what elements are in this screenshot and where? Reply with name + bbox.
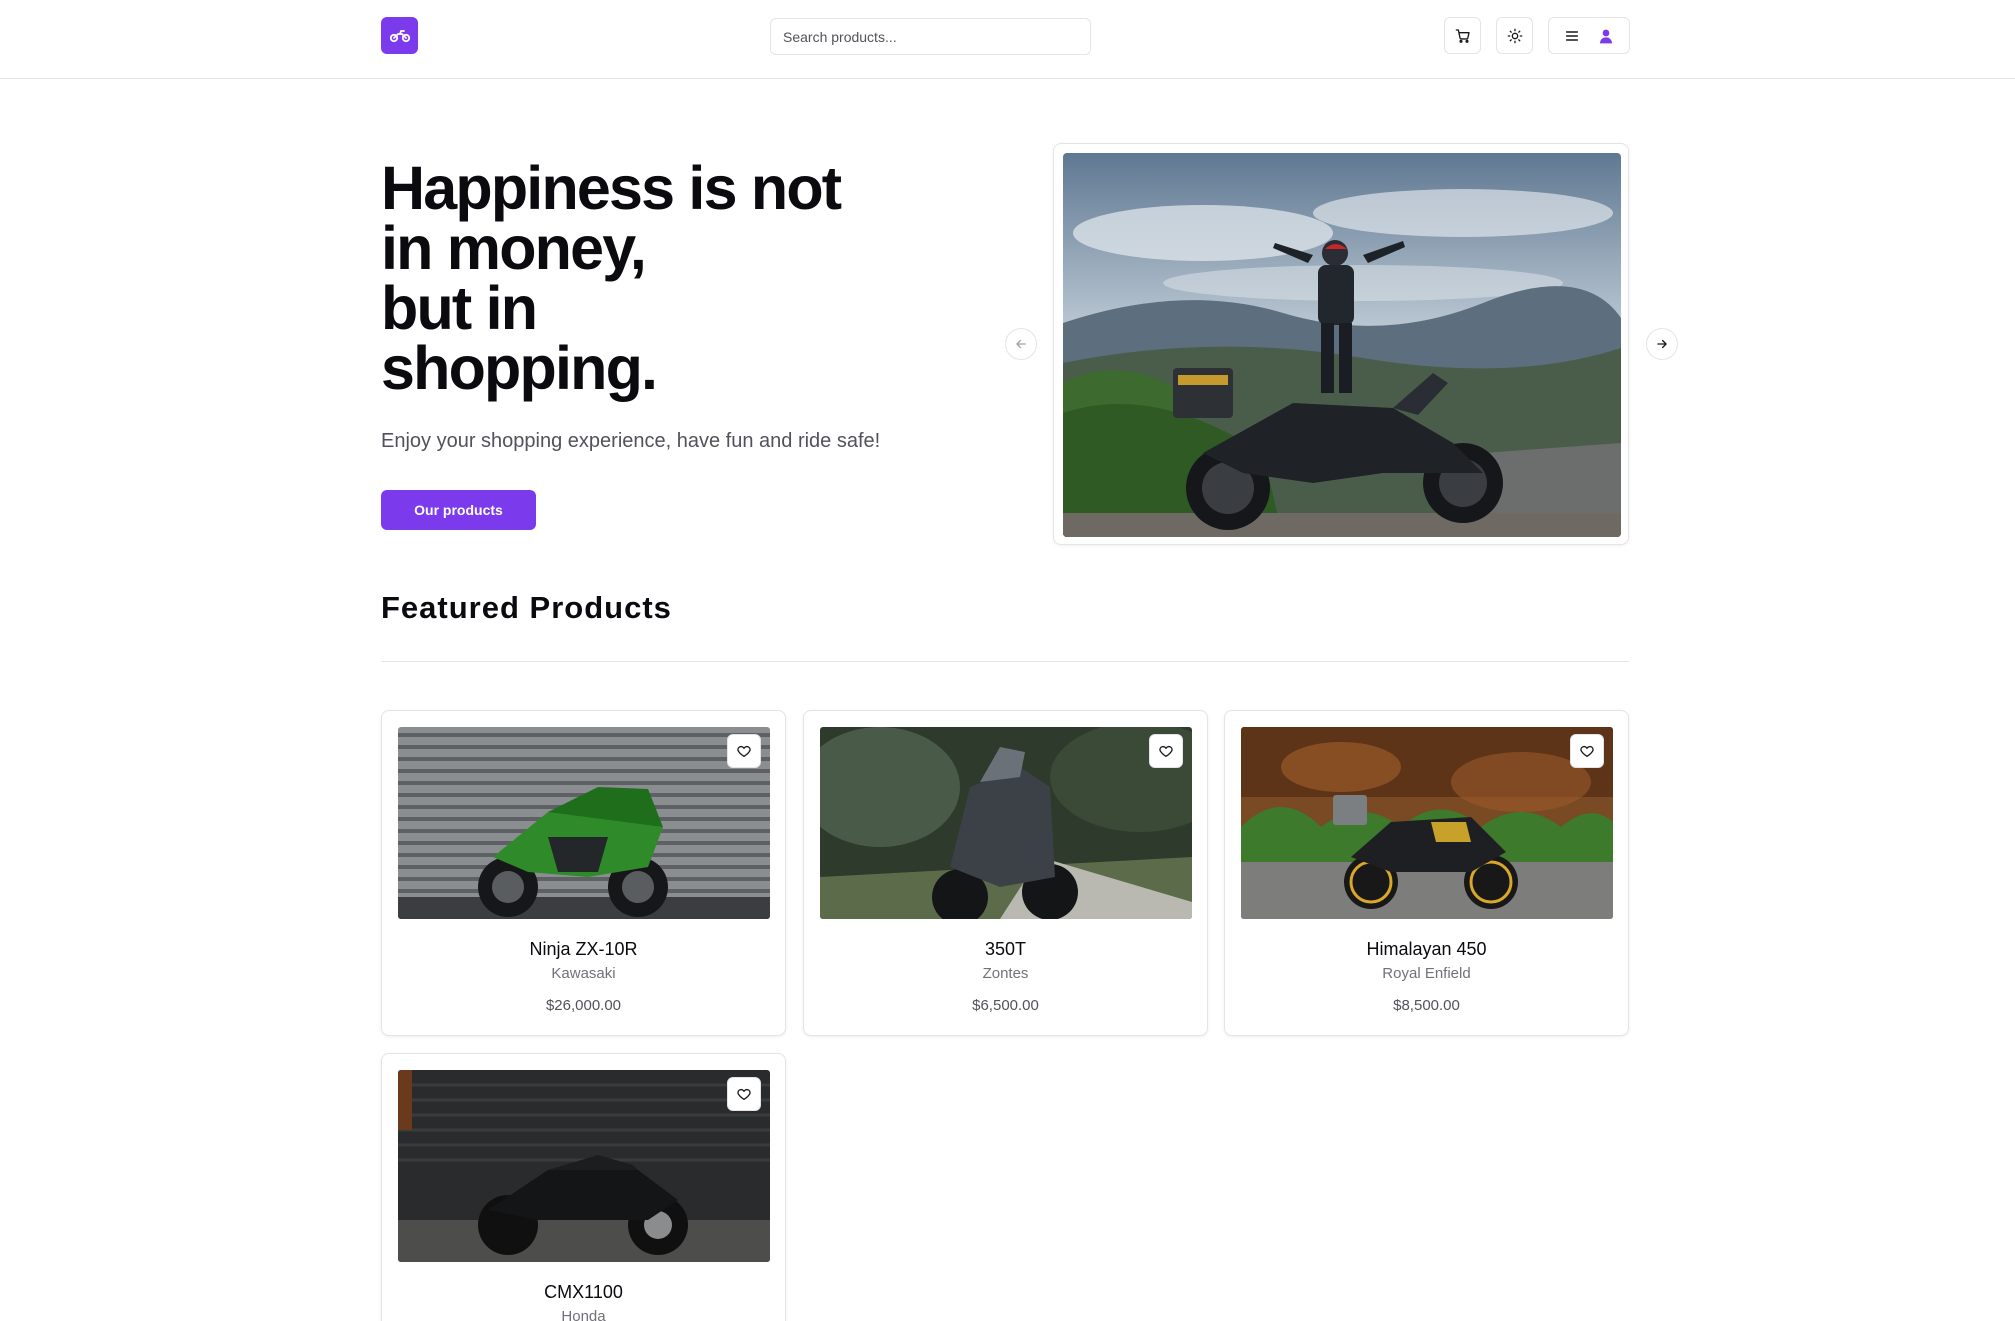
hero-subtitle: Enjoy your shopping experience, have fun… <box>381 430 881 452</box>
carousel-next-button[interactable] <box>1646 328 1678 360</box>
product-price: $26,000.00 <box>545 997 622 1014</box>
product-name: CMX1100 <box>544 1282 623 1302</box>
hero-title: Happiness is not in money, but in shoppi… <box>381 154 941 402</box>
product-image <box>820 727 1192 919</box>
product-image <box>398 1070 770 1262</box>
hero-title-line: shopping. <box>381 334 658 402</box>
product-image <box>398 727 770 919</box>
shopping-cart-icon <box>1455 28 1470 43</box>
favorite-button[interactable] <box>727 1077 761 1111</box>
product-card[interactable]: Ninja ZX-10R Kawasaki $26,000.00 <box>381 710 786 1036</box>
hero-title-line: but in <box>381 274 538 342</box>
product-price: $6,500.00 <box>972 997 1039 1014</box>
favorite-button[interactable] <box>1149 734 1183 768</box>
product-image <box>1241 727 1613 919</box>
product-card[interactable]: CMX1100 Honda <box>381 1053 786 1321</box>
theme-toggle-button[interactable] <box>1496 17 1533 54</box>
product-name: Himalayan 450 <box>1366 939 1487 959</box>
hero-title-line: Happiness is not <box>381 154 842 222</box>
product-brand: Kawasaki <box>551 965 616 982</box>
heart-icon <box>737 1088 751 1100</box>
carousel-prev-button[interactable] <box>1005 328 1037 360</box>
product-price: $8,500.00 <box>1393 997 1460 1014</box>
user-icon <box>1600 29 1612 43</box>
cart-button[interactable] <box>1444 17 1481 54</box>
sun-icon <box>1507 28 1522 43</box>
search-input[interactable] <box>770 18 1091 55</box>
product-brand: Honda <box>561 1308 606 1321</box>
heart-icon <box>1159 745 1173 757</box>
product-card[interactable]: Himalayan 450 Royal Enfield $8,500.00 <box>1224 710 1629 1036</box>
top-nav <box>0 0 2015 79</box>
carousel-image <box>1063 153 1621 537</box>
hero-title-line: in money, <box>381 214 647 282</box>
motorcycle-icon <box>389 29 410 42</box>
heart-icon <box>737 745 751 757</box>
favorite-button[interactable] <box>727 734 761 768</box>
arrow-left-icon <box>1016 339 1026 349</box>
favorite-button[interactable] <box>1570 734 1604 768</box>
product-name: 350T <box>984 939 1027 959</box>
our-products-button[interactable]: Our products <box>381 490 536 530</box>
product-card[interactable]: 350T Zontes $6,500.00 <box>803 710 1208 1036</box>
hamburger-menu-icon <box>1565 30 1579 41</box>
product-brand: Royal Enfield <box>1382 965 1471 982</box>
featured-title: Featured Products <box>381 590 672 625</box>
product-name: Ninja ZX-10R <box>529 939 638 959</box>
section-divider <box>381 661 1629 662</box>
hero-carousel <box>1053 143 1629 545</box>
account-menu-button[interactable] <box>1548 17 1630 54</box>
heart-icon <box>1580 745 1594 757</box>
arrow-right-icon <box>1657 339 1667 349</box>
logo[interactable] <box>381 17 418 54</box>
product-brand: Zontes <box>982 965 1029 982</box>
